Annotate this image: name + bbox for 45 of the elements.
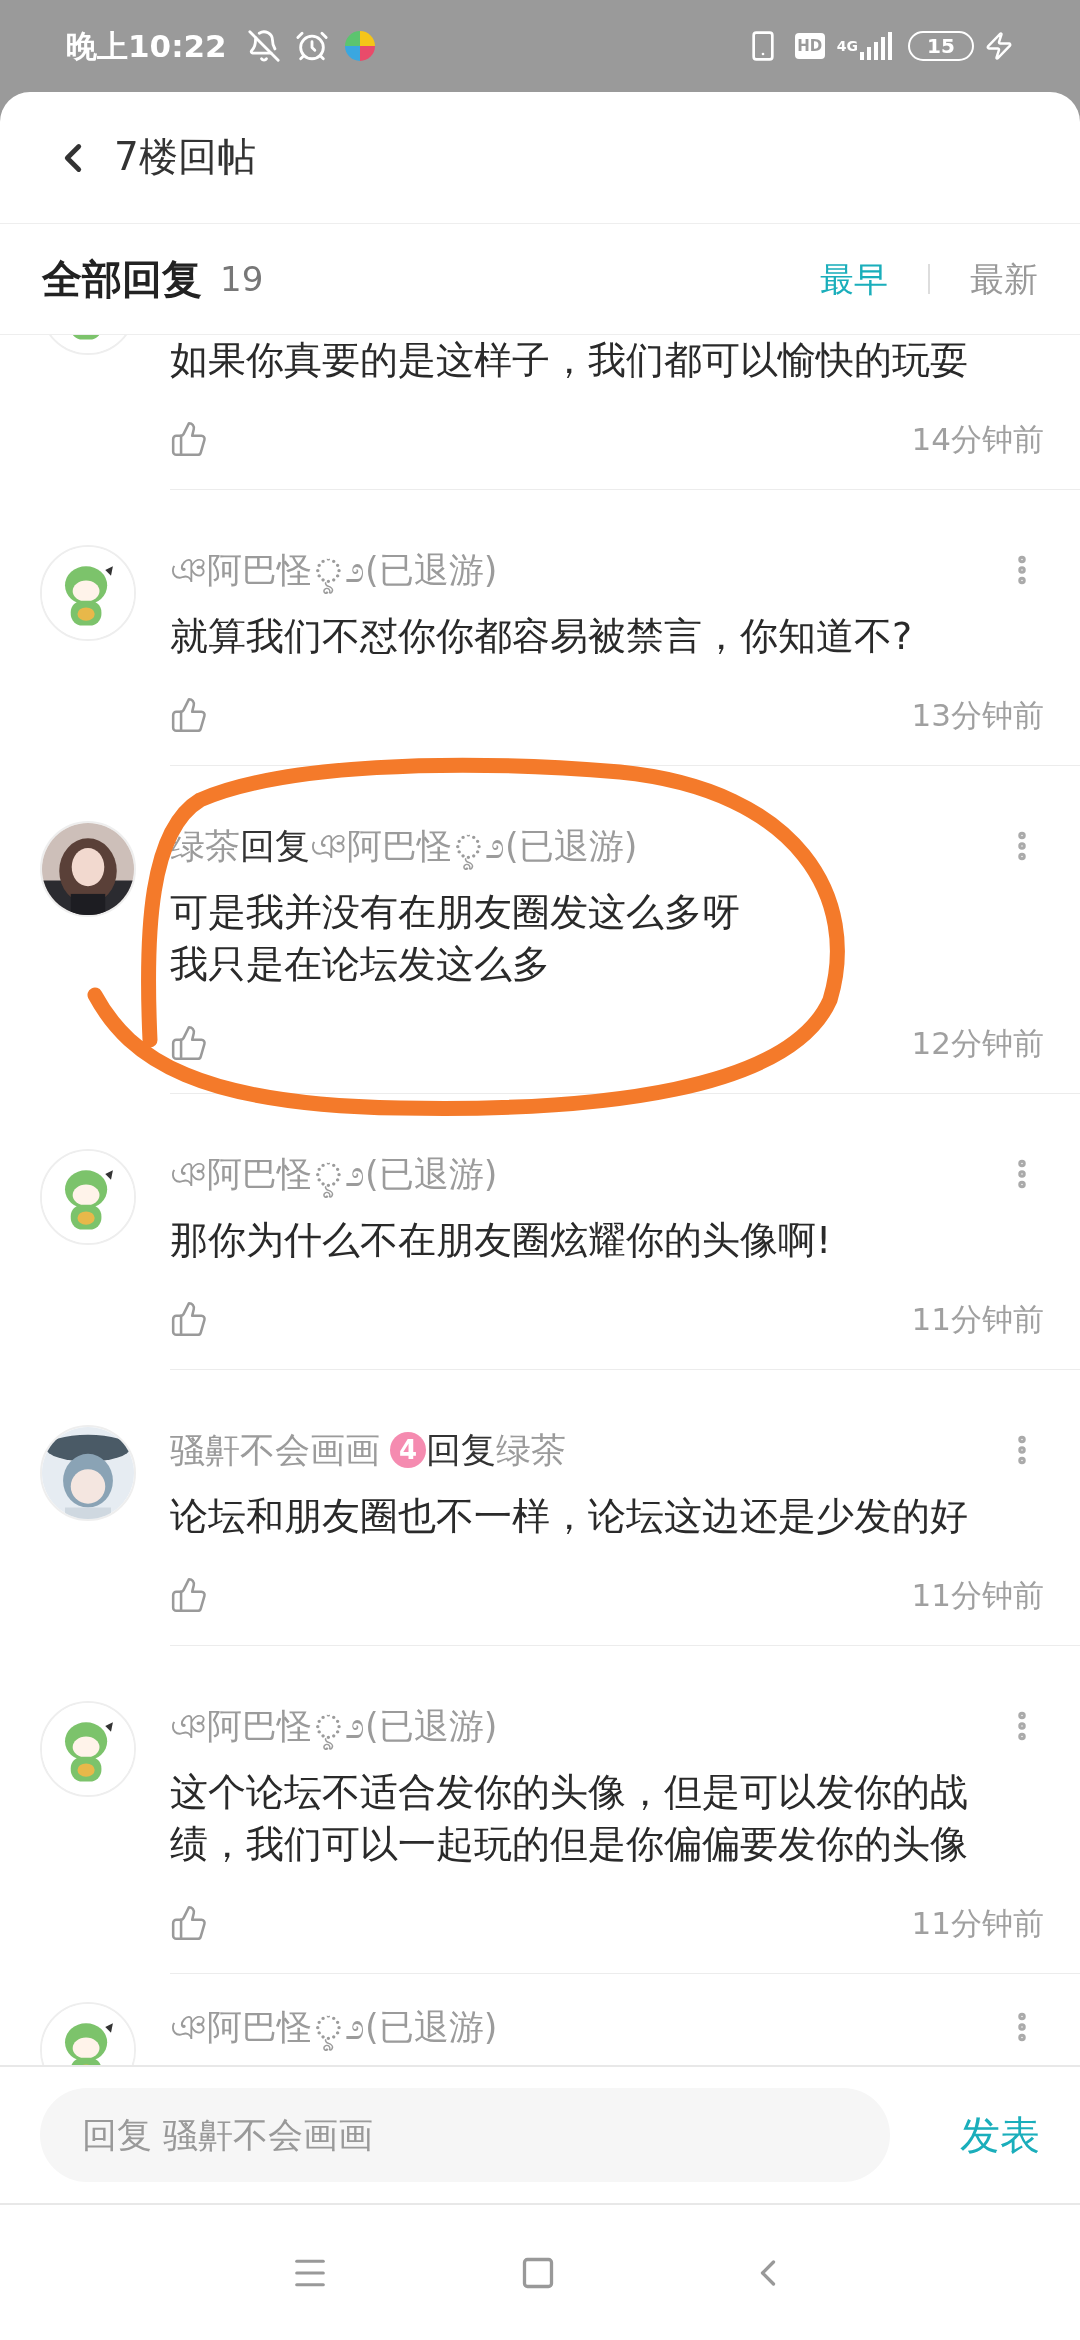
like-icon[interactable] — [170, 1300, 208, 1338]
comment-text: 论坛和朋友圈也不一样，论坛这边还是少发的好 — [170, 1493, 969, 1540]
signal-icon — [858, 32, 892, 60]
app-logo-icon — [342, 29, 377, 63]
author-name[interactable]: ঞ阿巴怪ৢ೨(已退游) — [170, 2000, 498, 2054]
comment-time: 12分钟前 — [911, 1023, 1044, 1063]
comment-text: 我只是在论坛发这么多 — [170, 941, 551, 988]
author-name[interactable]: 骚鼾不会画画 — [170, 1423, 380, 1477]
reply-target-name[interactable]: 绿茶 — [496, 1423, 566, 1477]
section-title: 全部回复 — [42, 255, 202, 304]
author-name[interactable]: ঞ阿巴怪ৢ೨(已退游) — [170, 1699, 498, 1753]
alarm-icon — [294, 29, 329, 63]
comment-text: 就算我们不怼你你都容易被禁言，你知道不? — [170, 613, 914, 660]
network-type: 4G — [836, 39, 858, 53]
hd-icon: HD — [794, 33, 825, 59]
sort-tab[interactable]: 最早 — [820, 253, 888, 305]
status-time: 晚上10:22 — [66, 26, 227, 66]
bell-off-icon — [246, 29, 281, 63]
reply-label: 回复 — [426, 1428, 496, 1472]
like-icon[interactable] — [170, 696, 208, 734]
author-name[interactable]: ঞ阿巴怪ৢ೨(已退游) — [170, 1147, 498, 1201]
comment-time: 11分钟前 — [911, 1903, 1044, 1943]
comment-text: 这个论坛不适合发你的头像，但是可以发你的战绩，我们可以一起玩的但是你偏偏要发你的头像 — [170, 1769, 969, 1868]
reply-target-name[interactable]: ঞ阿巴怪ৢ೨(已退游) — [310, 819, 638, 873]
like-icon[interactable] — [170, 1576, 208, 1614]
like-icon[interactable] — [170, 1904, 208, 1942]
comment-time: 11分钟前 — [911, 1299, 1044, 1339]
reply-label: 回复 — [240, 824, 310, 868]
comment-time: 11分钟前 — [911, 1575, 1044, 1615]
sort-tab[interactable]: 最新 — [970, 253, 1038, 305]
comment-text: 那你为什么不在朋友圈炫耀你的头像啊! — [170, 1217, 833, 1264]
comment-text: 可是我并没有在朋友圈发这么多呀 — [170, 889, 741, 936]
charging-icon — [984, 31, 1014, 61]
like-icon[interactable] — [170, 420, 208, 458]
reply-count: 19 — [220, 257, 264, 301]
comment-time: 13分钟前 — [911, 695, 1044, 735]
like-icon[interactable] — [170, 1024, 208, 1062]
author-name[interactable]: ঞ阿巴怪ৢ೨(已退游) — [170, 543, 498, 597]
send-button[interactable]: 发表 — [960, 2105, 1040, 2165]
battery-level: 15 — [927, 33, 955, 60]
comment-time: 14分钟前 — [911, 419, 1044, 459]
reply-input-field[interactable]: 回复 骚鼾不会画画 — [40, 2088, 890, 2182]
comment-text: 如果你真要的是这样子，我们都可以愉快的玩耍 — [170, 337, 969, 384]
level-badge: 4 — [390, 1432, 426, 1468]
page-title: 7楼回帖 — [114, 133, 256, 182]
